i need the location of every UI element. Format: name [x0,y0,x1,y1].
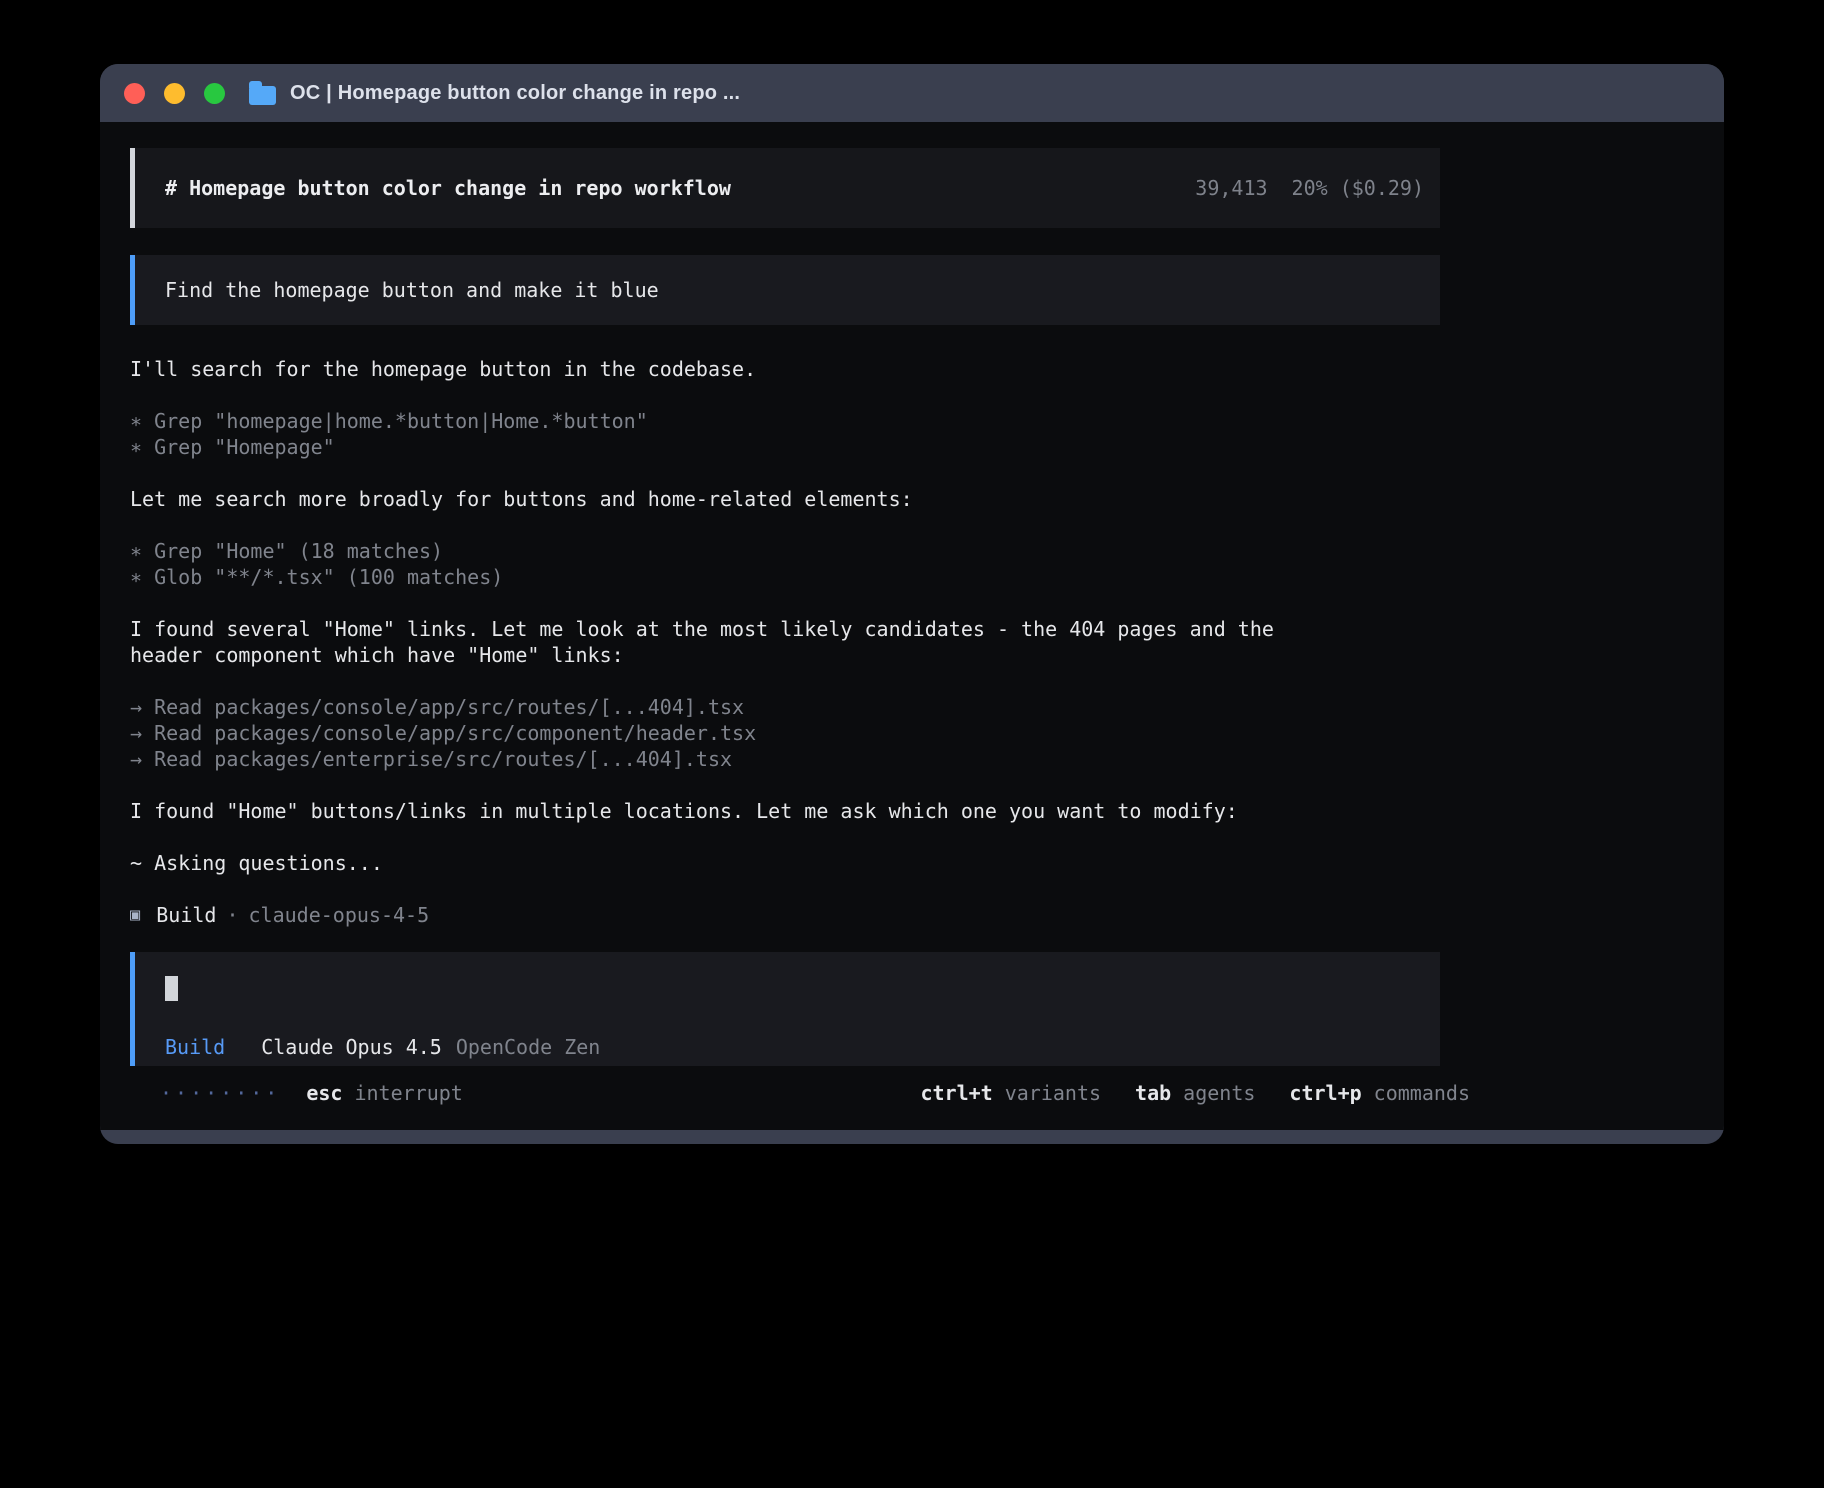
interrupt-label: interrupt [354,1081,462,1105]
context-usage: 20% ($0.29) [1292,176,1424,200]
agent-status: ▣ Build · claude-opus-4-5 [130,902,1440,928]
assistant-text-line: header component which have "Home" links… [130,642,1440,668]
minimize-button[interactable] [164,83,185,104]
agent-model: claude-opus-4-5 [249,902,430,928]
tool-call-group: ∗ Grep "Home" (18 matches) ∗ Glob "**/*.… [130,538,1440,590]
tool-call-group: ∗ Grep "homepage|home.*button|Home.*butt… [130,408,1440,460]
hint-key: tab [1135,1081,1171,1105]
session-stats: 39,413 20% ($0.29) [1195,176,1424,200]
hint-key: ctrl+t [920,1081,992,1105]
model-provider: OpenCode Zen [456,1034,601,1060]
window-controls [124,83,225,104]
spinner-dots: ········ [160,1081,280,1105]
tool-call-line: ∗ Grep "Home" (18 matches) [130,538,1440,564]
user-message-text: Find the homepage button and make it blu… [165,277,659,303]
hint-label: commands [1374,1081,1470,1105]
interrupt-hint: esc interrupt [306,1081,463,1105]
session-header: # Homepage button color change in repo w… [130,148,1440,228]
status-bar: ········ esc interrupt ctrl+t variants t… [160,1080,1470,1106]
tool-call-line: → Read packages/console/app/src/componen… [130,720,1440,746]
model-name: Claude Opus 4.5 [261,1034,442,1060]
hint-label: agents [1183,1081,1255,1105]
status-line: ~ Asking questions... [130,850,1440,876]
folder-icon [249,86,276,105]
text-cursor [165,976,178,1001]
agent-name: Build [156,902,216,928]
titlebar: OC | Homepage button color change in rep… [100,64,1724,122]
assistant-text-line: Let me search more broadly for buttons a… [130,486,1440,512]
tool-call-line: ∗ Glob "**/*.tsx" (100 matches) [130,564,1440,590]
hint-variants: ctrl+t variants [920,1081,1101,1105]
session-title: # Homepage button color change in repo w… [165,175,731,201]
close-button[interactable] [124,83,145,104]
assistant-text-line: I'll search for the homepage button in t… [130,356,1440,382]
model-status-line: Build Claude Opus 4.5 OpenCode Zen [165,1034,1410,1060]
agent-icon: ▣ [130,902,140,928]
tool-call-group: → Read packages/console/app/src/routes/[… [130,694,1440,772]
hint-label: variants [1005,1081,1101,1105]
esc-key-label: esc [306,1081,342,1105]
window-title-group: OC | Homepage button color change in rep… [249,82,740,105]
assistant-text-line: I found several "Home" links. Let me loo… [130,616,1440,642]
assistant-message: I'll search for the homepage button in t… [130,356,1440,382]
hint-commands: ctrl+p commands [1289,1081,1470,1105]
user-message: Find the homepage button and make it blu… [130,255,1440,325]
zoom-button[interactable] [204,83,225,104]
terminal-window: OC | Homepage button color change in rep… [100,64,1724,1144]
hint-key: ctrl+p [1289,1081,1361,1105]
status-text: ~ Asking questions... [130,850,1440,876]
assistant-message: Let me search more broadly for buttons a… [130,486,1440,512]
transcript: I'll search for the homepage button in t… [130,356,1440,928]
terminal-content: # Homepage button color change in repo w… [100,122,1724,1130]
assistant-message: I found "Home" buttons/links in multiple… [130,798,1440,824]
tool-call-line: → Read packages/console/app/src/routes/[… [130,694,1440,720]
window-title: OC | Homepage button color change in rep… [290,82,740,105]
keyboard-hints: ctrl+t variants tab agents ctrl+p comman… [920,1081,1470,1105]
hint-agents: tab agents [1135,1081,1255,1105]
prompt-input[interactable]: Build Claude Opus 4.5 OpenCode Zen [130,952,1440,1066]
tool-call-line: ∗ Grep "homepage|home.*button|Home.*butt… [130,408,1440,434]
token-count: 39,413 [1195,176,1267,200]
assistant-message: I found several "Home" links. Let me loo… [130,616,1440,668]
agent-separator: · [226,902,238,928]
tool-call-line: → Read packages/enterprise/src/routes/[.… [130,746,1440,772]
tool-call-line: ∗ Grep "Homepage" [130,434,1440,460]
agent-mode-label: Build [165,1034,225,1060]
assistant-text-line: I found "Home" buttons/links in multiple… [130,798,1440,824]
